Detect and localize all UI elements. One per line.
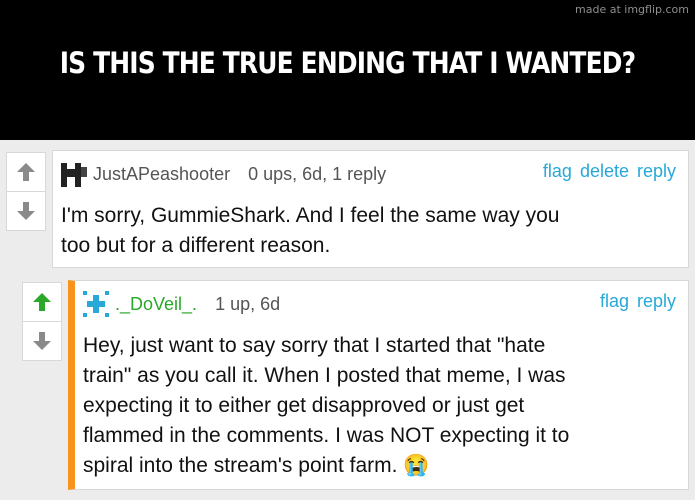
comment-1: JustAPeashooter 0 ups, 6d, 1 reply flag d… [52,150,689,268]
vote-column [22,282,62,361]
comment-meta: 1 up, 6d [215,293,281,314]
comment-header: JustAPeashooter 0 ups, 6d, 1 reply [61,161,386,187]
down-arrow-icon [17,202,35,220]
watermark: made at imgflip.com [575,3,689,16]
vote-column [6,152,46,231]
upvote-button[interactable] [7,153,45,191]
flag-link[interactable]: flag [543,161,572,181]
comment-text: Hey, just want to say sorry that I start… [83,334,570,477]
comment-text: I'm sorry, GummieShark. And I feel the s… [61,204,560,257]
username[interactable]: JustAPeashooter [93,164,230,185]
reply-link[interactable]: reply [637,161,676,181]
meme-caption: IS THIS THE TRUE ENDING THAT I WANTED? [59,46,636,80]
username[interactable]: ._DoVeil_. [115,294,197,315]
comment-actions: flag delete reply [535,161,676,182]
upvote-button[interactable] [23,283,61,321]
comment-actions: flag reply [592,291,676,312]
flag-link[interactable]: flag [600,291,629,311]
comment-2: ._DoVeil_. 1 up, 6d flag reply Hey, just … [68,280,689,490]
avatar[interactable] [61,161,87,187]
downvote-button[interactable] [7,192,45,230]
caption-banner: made at imgflip.com IS THIS THE TRUE END… [0,0,695,140]
downvote-button[interactable] [23,322,61,360]
comment-header: ._DoVeil_. 1 up, 6d [83,291,280,317]
down-arrow-icon [33,332,51,350]
up-arrow-icon [17,163,35,181]
delete-link[interactable]: delete [580,161,629,181]
avatar[interactable] [83,291,109,317]
comment-meta: 0 ups, 6d, 1 reply [248,163,387,184]
up-arrow-icon [33,293,51,311]
reply-link[interactable]: reply [637,291,676,311]
